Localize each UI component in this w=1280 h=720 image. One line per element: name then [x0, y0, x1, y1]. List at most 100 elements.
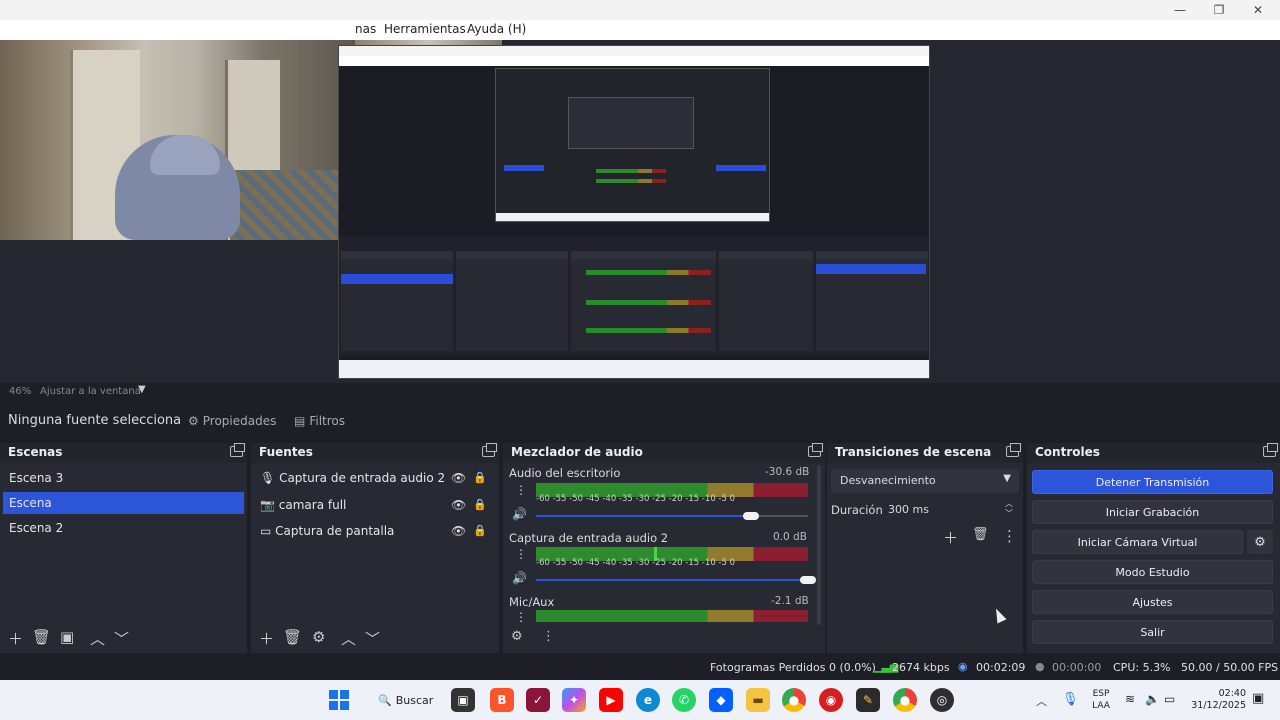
language-indicator[interactable]: ESP LAA	[1086, 688, 1116, 712]
source-properties-button[interactable]: ⚙	[312, 628, 325, 646]
channel-name: Captura de entrada audio 2	[509, 531, 669, 545]
transition-menu-button[interactable]: ⋮	[1002, 527, 1017, 545]
remove-scene-button[interactable]: 🗑	[32, 628, 51, 646]
scene-up-button[interactable]: ︿	[90, 628, 105, 649]
settings-button[interactable]: Ajustes	[1032, 590, 1273, 614]
channel-name: Audio del escritorio	[509, 466, 621, 480]
scene-item-selected[interactable]: Escena	[3, 492, 244, 514]
source-status: Ninguna fuente selecciona	[8, 413, 182, 428]
volume-icon[interactable]: 🔈	[1145, 692, 1160, 706]
gear-icon: ⚙	[188, 414, 199, 428]
eye-icon[interactable]: 👁	[451, 471, 466, 485]
obs-icon[interactable]: ◎	[930, 688, 954, 712]
minimize-button[interactable]: —	[1160, 0, 1200, 20]
scene-item[interactable]: Escena 2	[3, 517, 244, 539]
lock-icon[interactable]: 🔒	[473, 471, 487, 484]
mixer-menu-button[interactable]: ⋮	[542, 629, 555, 644]
chevron-up-icon[interactable]: ︿	[1036, 693, 1047, 709]
volume-knob[interactable]	[800, 576, 816, 584]
menu-item-ayuda[interactable]: Ayuda (H)	[467, 22, 526, 36]
zoom-level: 46%	[9, 386, 32, 397]
microphone-icon[interactable]: 🎙	[1062, 692, 1079, 707]
chrome-icon[interactable]: ●	[782, 688, 806, 712]
lock-icon[interactable]: 🔒	[473, 524, 487, 537]
scene-item[interactable]: Escena 3	[3, 467, 244, 489]
eye-icon[interactable]: 👁	[451, 498, 466, 512]
mixer-scrollbar[interactable]	[817, 465, 821, 625]
filters-button[interactable]: ▤ Filtros	[288, 409, 358, 433]
scene-filter-button[interactable]: ▣	[60, 628, 74, 646]
file-explorer-icon[interactable]: ▬	[746, 688, 770, 712]
kebab-menu-icon[interactable]: ⋮	[515, 547, 527, 561]
zoom-dropdown-icon[interactable]: ▼	[138, 384, 146, 395]
volume-meter	[536, 610, 808, 622]
task-view-icon[interactable]: ▣	[451, 688, 475, 712]
speaker-icon[interactable]: 🔊	[512, 507, 527, 521]
volume-slider[interactable]	[536, 579, 808, 581]
undock-icon[interactable]	[482, 443, 497, 457]
start-record-button[interactable]: Iniciar Grabación	[1032, 500, 1273, 524]
mixer-settings-button[interactable]: ⚙	[511, 629, 523, 644]
mic-icon: 🎙	[260, 471, 276, 485]
source-up-button[interactable]: ︿	[341, 628, 356, 649]
close-button[interactable]: ✕	[1238, 0, 1278, 20]
undock-icon[interactable]	[230, 443, 245, 457]
undock-icon[interactable]	[808, 443, 823, 457]
app-icon-red[interactable]: ◉	[819, 688, 843, 712]
app-icon-dark[interactable]: ✎	[856, 688, 880, 712]
monitor-icon: ▭	[260, 524, 272, 538]
stream-time: 00:02:09	[976, 661, 1026, 674]
clock[interactable]: 02:40 31/12/2025	[1190, 688, 1246, 712]
add-transition-button[interactable]: ＋	[943, 527, 958, 548]
stepper-icon[interactable]: ︿ ﹀	[1005, 499, 1013, 519]
windows-start-icon[interactable]	[329, 690, 349, 710]
undock-icon[interactable]	[1263, 443, 1278, 457]
add-source-button[interactable]: ＋	[259, 628, 274, 649]
duration-input[interactable]: 300 ms ︿ ﹀	[883, 498, 1019, 522]
app-icon[interactable]: ✓	[526, 688, 550, 712]
undock-icon[interactable]	[1006, 443, 1021, 457]
maximize-button[interactable]: ❐	[1199, 0, 1239, 20]
menu-item-ventanas[interactable]: nas	[355, 22, 376, 36]
audio-mixer-dock: Mezclador de audio Audio del escritorio …	[503, 443, 825, 653]
whatsapp-icon[interactable]: ✆	[672, 688, 696, 712]
transition-select[interactable]: Desvanecimiento ▼	[831, 469, 1019, 493]
volume-slider[interactable]	[536, 515, 751, 517]
source-down-button[interactable]: ﹀	[365, 628, 380, 649]
brave-browser-icon[interactable]: B	[490, 688, 514, 712]
scene-down-button[interactable]: ﹀	[114, 628, 129, 649]
fit-window-label[interactable]: Ajustar a la ventana	[40, 386, 141, 397]
chrome-profile-icon[interactable]: ●	[893, 688, 917, 712]
remove-transition-button[interactable]: 🗑	[972, 527, 989, 542]
dropbox-icon[interactable]: ◆	[709, 688, 733, 712]
volume-knob[interactable]	[743, 512, 759, 520]
studio-mode-button[interactable]: Modo Estudio	[1032, 560, 1273, 584]
youtube-icon[interactable]: ▶	[599, 688, 623, 712]
exit-button[interactable]: Salir	[1032, 620, 1273, 644]
add-scene-button[interactable]: ＋	[8, 628, 23, 649]
lock-icon[interactable]: 🔒	[473, 498, 487, 511]
channel-db: -30.6 dB	[765, 466, 810, 478]
speaker-icon[interactable]: 🔊	[512, 571, 527, 585]
kebab-menu-icon[interactable]: ⋮	[515, 610, 527, 624]
taskbar-search[interactable]: 🔍 Buscar	[366, 688, 436, 712]
battery-icon[interactable]: ▭	[1164, 692, 1175, 706]
record-time: 00:00:00	[1052, 661, 1102, 674]
remove-source-button[interactable]: 🗑	[283, 628, 302, 646]
wifi-icon[interactable]: ≋	[1125, 692, 1135, 706]
notification-icon[interactable]: ▣	[1252, 691, 1264, 706]
channel-db: -2.1 dB	[771, 595, 809, 607]
channel-name: Mic/Aux	[509, 595, 555, 609]
channel-db: 0.0 dB	[773, 531, 807, 543]
edge-icon[interactable]: e	[636, 688, 660, 712]
stop-stream-button[interactable]: Detener Transmisión	[1032, 470, 1273, 494]
meter-ticks: -60 -55 -50 -45 -40 -35 -30 -25 -20 -15 …	[536, 494, 736, 504]
start-virtual-cam-button[interactable]: Iniciar Cámara Virtual	[1032, 530, 1243, 554]
virtual-cam-settings-button[interactable]: ⚙	[1247, 530, 1273, 554]
copilot-icon[interactable]: ✦	[562, 688, 586, 712]
status-bar: Fotogramas Perdidos 0 (0.0%) ▁▃▅ 2674 kb…	[0, 656, 1280, 678]
menu-item-herramientas[interactable]: Herramientas	[384, 22, 466, 36]
kebab-menu-icon[interactable]: ⋮	[515, 483, 527, 497]
eye-icon[interactable]: 👁	[451, 524, 466, 538]
properties-button[interactable]: ⚙ Propiedades	[180, 409, 280, 433]
